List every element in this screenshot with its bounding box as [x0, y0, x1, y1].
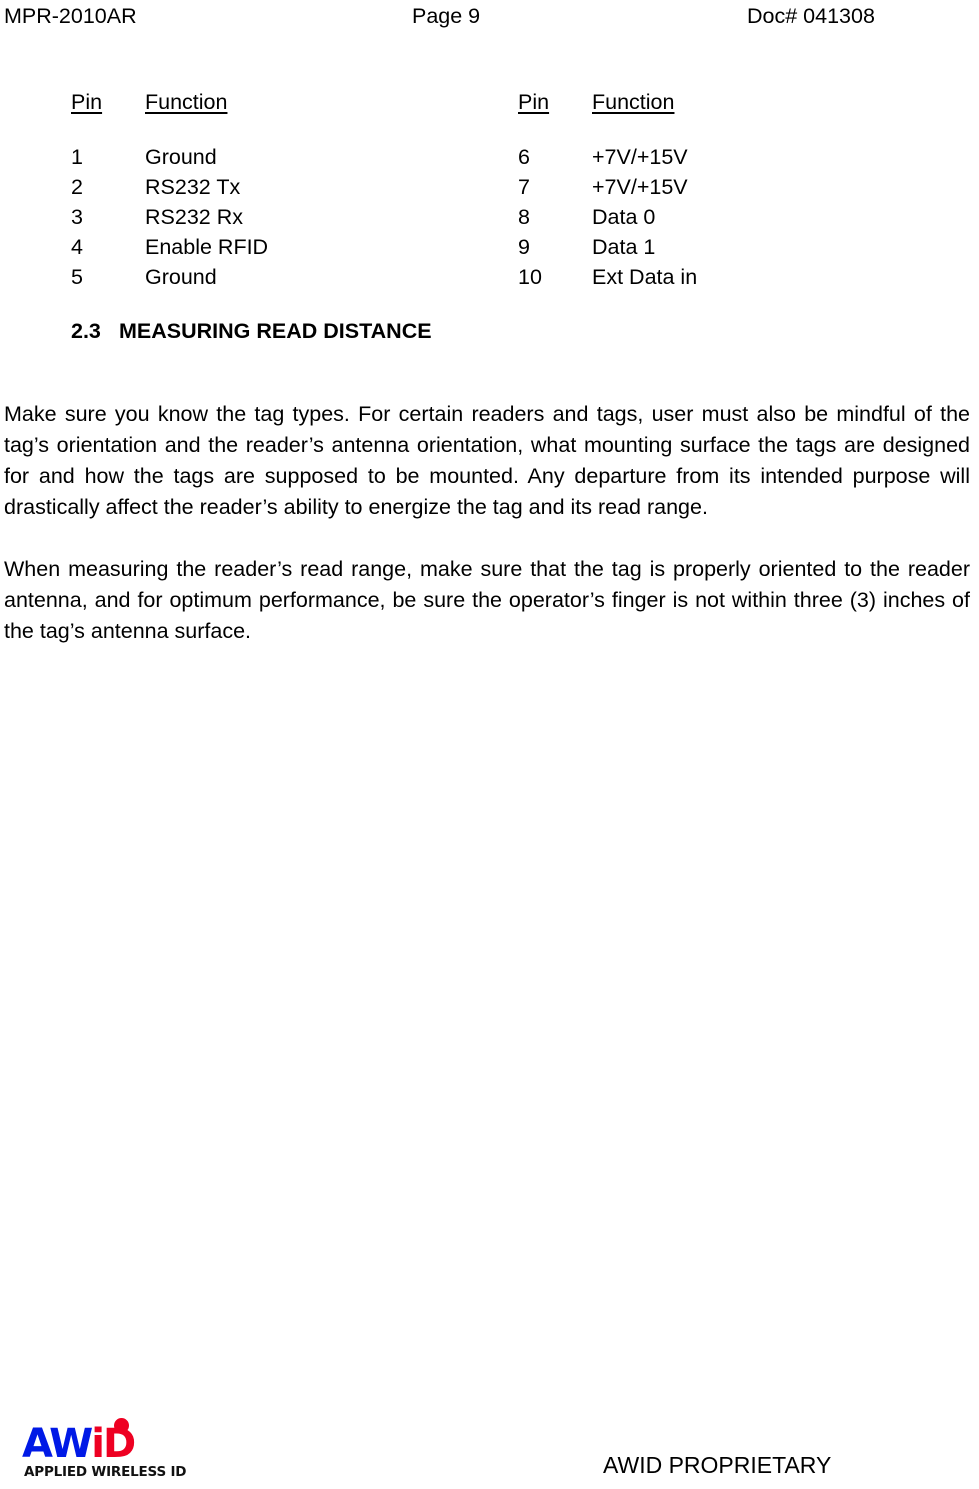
cell-function: Ground: [145, 265, 217, 289]
cell-pin: 1: [71, 145, 83, 169]
cell-function: +7V/+15V: [592, 175, 688, 199]
logo-wordmark: AWiD: [22, 1422, 192, 1466]
column-header-function: Function: [592, 90, 675, 114]
body-paragraph: Make sure you know the tag types. For ce…: [4, 401, 970, 519]
cell-pin: 2: [71, 175, 83, 199]
column-header-pin: Pin: [518, 90, 550, 114]
body-paragraph: When measuring the reader’s read range, …: [4, 556, 970, 643]
logo-text-aw: AW: [22, 1421, 93, 1467]
header-doc-number: Doc# 041308: [747, 4, 875, 28]
logo-tagline: APPLIED WIRELESS ID: [24, 1464, 187, 1480]
page-header: MPR-2010AR Page 9 Doc# 041308: [0, 0, 979, 40]
footer-proprietary-notice: AWID PROPRIETARY: [603, 1452, 832, 1478]
cell-pin: 3: [71, 205, 83, 229]
cell-function: Data 1: [592, 235, 656, 259]
section-title: MEASURING READ DISTANCE: [119, 319, 432, 343]
awid-logo: AWiD APPLIED WIRELESS ID: [22, 1418, 192, 1484]
cell-function: RS232 Tx: [145, 175, 241, 199]
cell-pin: 9: [518, 235, 530, 259]
section-number: 2.3: [71, 319, 101, 343]
cell-function: +7V/+15V: [592, 145, 688, 169]
cell-pin: 4: [71, 235, 83, 259]
logo-dot-icon: [114, 1418, 129, 1433]
cell-function: RS232 Rx: [145, 205, 243, 229]
header-page-number: Page 9: [412, 4, 481, 28]
header-document-model: MPR-2010AR: [4, 4, 137, 28]
cell-pin: 10: [518, 265, 542, 289]
cell-function: Ext Data in: [592, 265, 698, 289]
cell-pin: 8: [518, 205, 530, 229]
column-header-pin: Pin: [71, 90, 103, 114]
cell-pin: 7: [518, 175, 530, 199]
cell-pin: 5: [71, 265, 83, 289]
column-header-function: Function: [145, 90, 228, 114]
cell-function: Data 0: [592, 205, 656, 229]
section-heading: 2.3 MEASURING READ DISTANCE: [71, 319, 432, 344]
cell-function: Ground: [145, 145, 217, 169]
cell-function: Enable RFID: [145, 235, 269, 259]
cell-pin: 6: [518, 145, 530, 169]
